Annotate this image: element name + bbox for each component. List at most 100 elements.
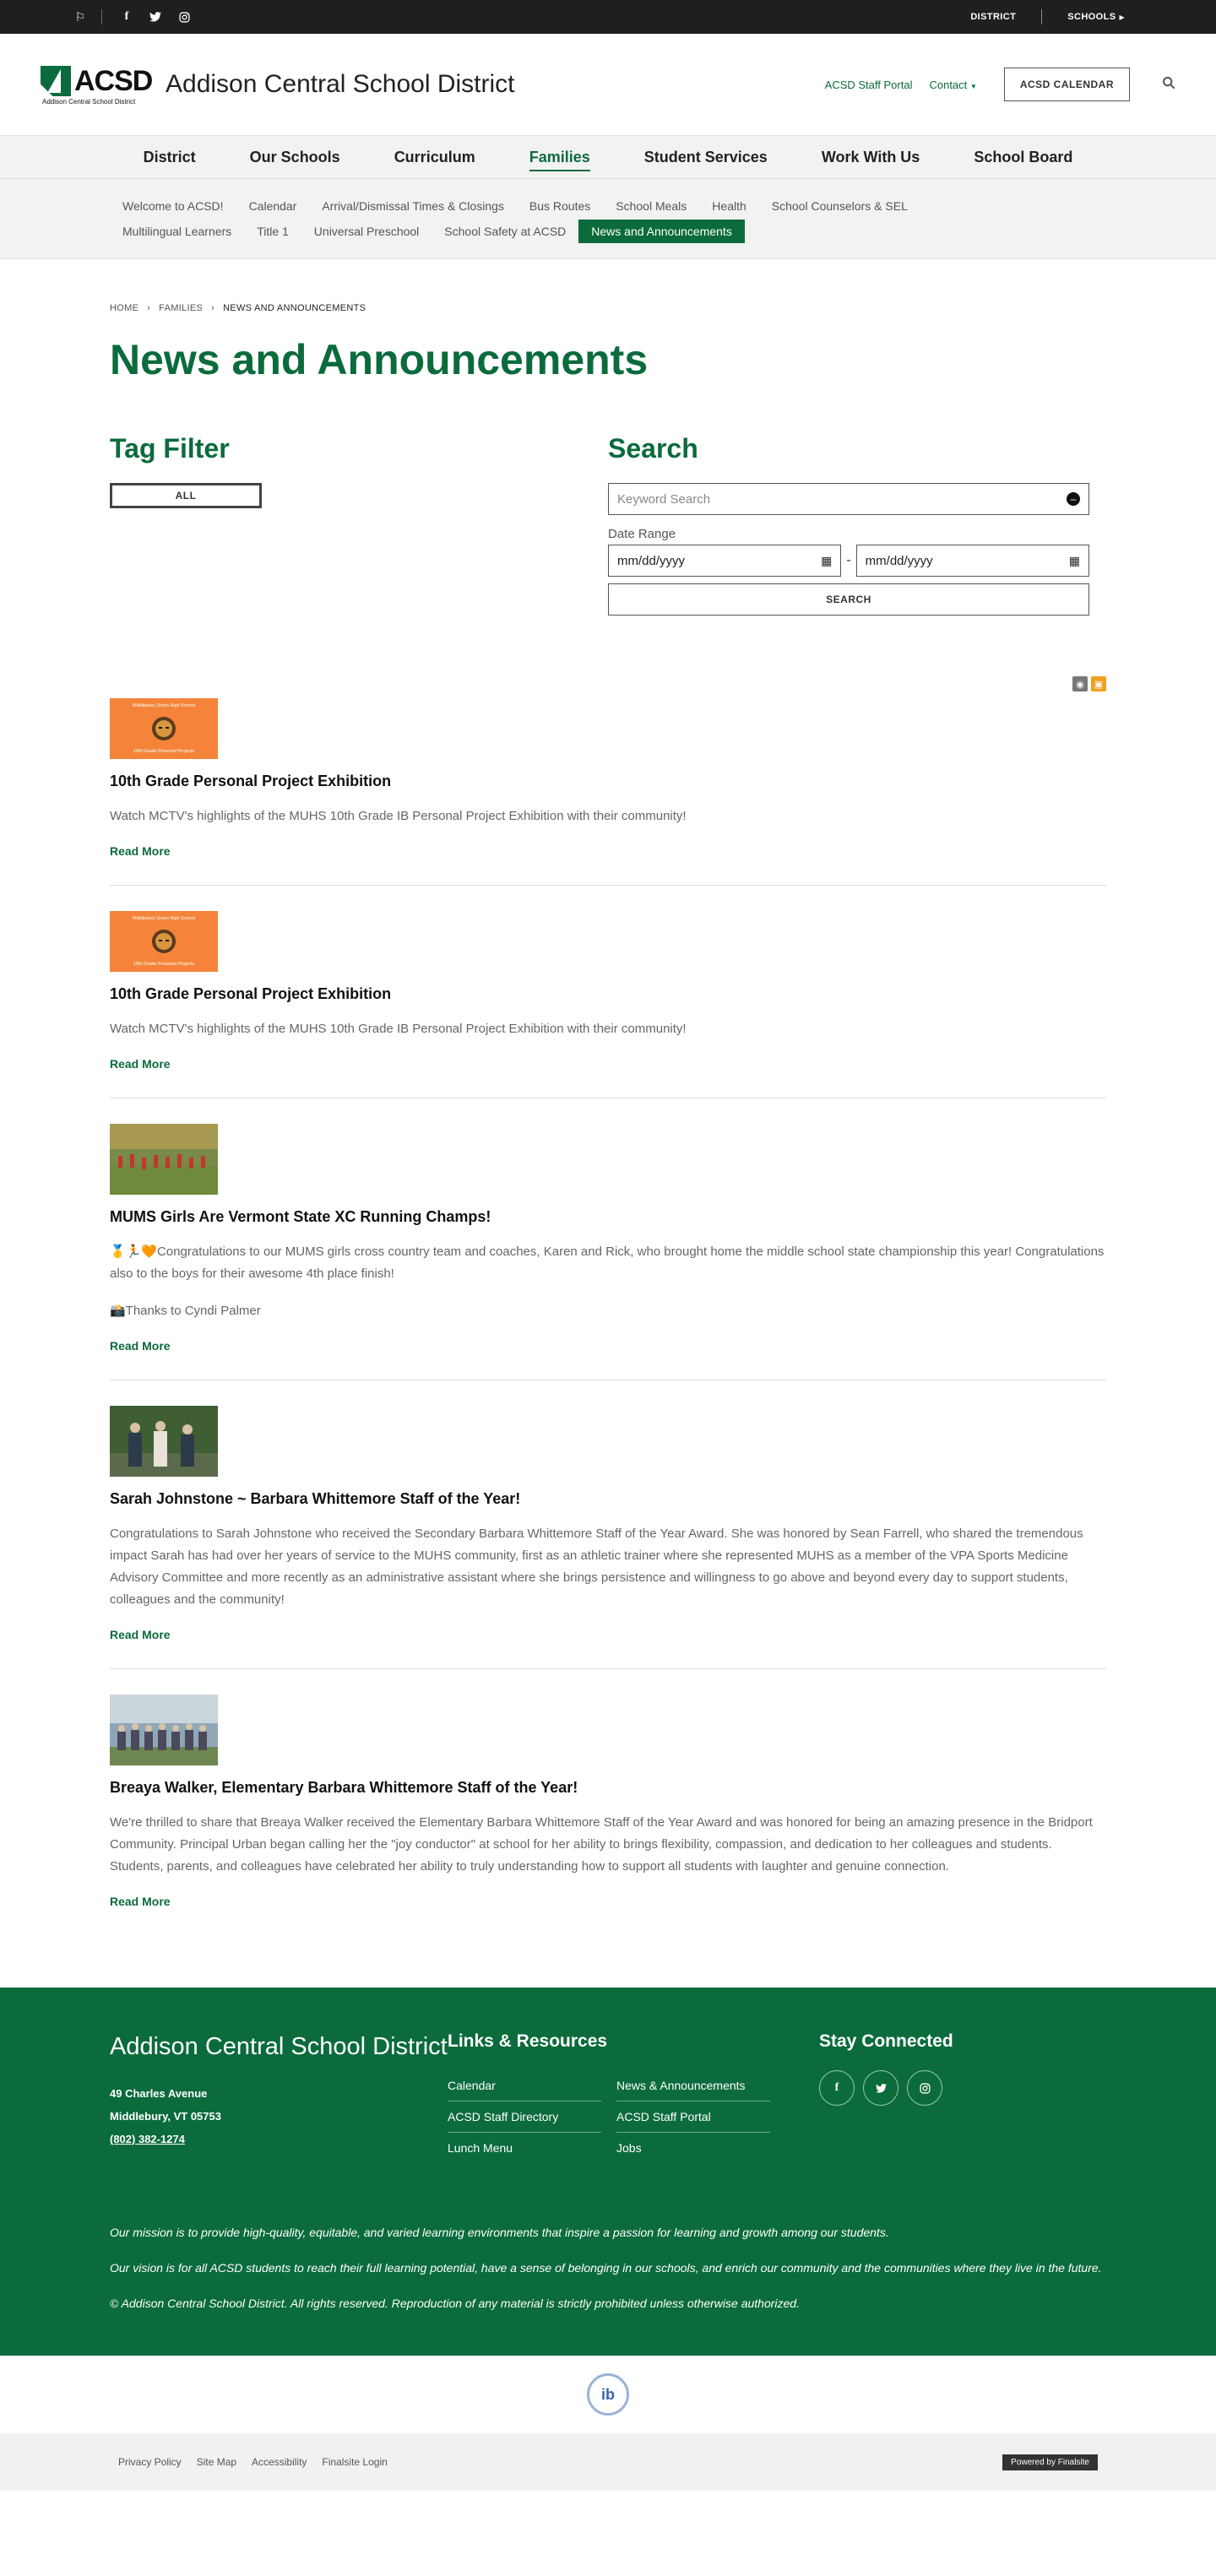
post-title[interactable]: 10th Grade Personal Project Exhibition (110, 773, 1106, 790)
news-post: Sarah Johnstone ~ Barbara Whittemore Sta… (110, 1380, 1106, 1669)
nav-school-board[interactable]: School Board (947, 136, 1099, 178)
date-range: mm/dd/yyyy ▦ - mm/dd/yyyy ▦ (608, 545, 1090, 577)
post-credit: 📸Thanks to Cyndi Palmer (110, 1304, 261, 1318)
subnav-welcome[interactable]: Welcome to ACSD! (110, 194, 236, 218)
site-name[interactable]: Addison Central School District (166, 70, 515, 99)
links-grid: Calendar News & Announcements ACSD Staff… (448, 2070, 819, 2163)
utility-right: DISTRICT SCHOOLS ▶ (945, 9, 1150, 24)
logo-subtext: Addison Central School District (42, 98, 136, 106)
footer-link-lunch-menu[interactable]: Lunch Menu (448, 2133, 601, 2163)
translate-icon[interactable]: ⚐ (66, 0, 95, 34)
ib-logo[interactable]: ib (587, 2373, 629, 2416)
contact-menu[interactable]: Contact ▼ (929, 79, 976, 91)
post-thumbnail[interactable] (110, 1695, 218, 1765)
footer-links: Links & Resources Calendar News & Announ… (448, 2031, 819, 2163)
district-link[interactable]: DISTRICT (945, 12, 1041, 22)
read-more-link[interactable]: Read More (110, 1057, 1106, 1071)
utility-left: ⚐ f (66, 0, 198, 34)
accessibility-link[interactable]: Accessibility (252, 2456, 307, 2468)
social-links: f (819, 2070, 953, 2106)
post-thumbnail[interactable]: Middlebury Union High School 10th Grade … (110, 911, 218, 972)
footer-link-staff-portal[interactable]: ACSD Staff Portal (616, 2101, 770, 2133)
privacy-policy-link[interactable]: Privacy Policy (118, 2456, 182, 2468)
facebook-icon[interactable]: f (112, 0, 141, 34)
calendar-icon[interactable]: ▦ (1069, 554, 1080, 568)
read-more-link[interactable]: Read More (110, 1895, 1106, 1908)
footer-link-calendar[interactable]: Calendar (448, 2070, 601, 2101)
nav-our-schools[interactable]: Our Schools (223, 136, 367, 178)
clear-icon[interactable]: – (1067, 492, 1080, 506)
tag-all-button[interactable]: ALL (110, 483, 262, 508)
twitter-icon[interactable] (863, 2070, 898, 2106)
finalsite-login-link[interactable]: Finalsite Login (322, 2456, 387, 2468)
subnav-universal-preschool[interactable]: Universal Preschool (301, 220, 432, 243)
acsd-logo[interactable]: ACSD Addison Central School District (41, 64, 153, 106)
calendar-icon[interactable]: ▦ (821, 554, 832, 568)
footer-phone-link[interactable]: (802) 382-1274 (110, 2128, 448, 2150)
acsd-calendar-button[interactable]: ACSD CALENDAR (1003, 68, 1130, 101)
rss-icon[interactable]: ◉ (1072, 676, 1088, 691)
bottom-bar: Privacy Policy Site Map Accessibility Fi… (0, 2433, 1216, 2491)
accreditation-strip: ib (0, 2356, 1216, 2433)
breadcrumb-home[interactable]: HOME (110, 303, 138, 313)
schools-menu[interactable]: SCHOOLS ▶ (1042, 12, 1150, 22)
post-title[interactable]: Breaya Walker, Elementary Barbara Whitte… (110, 1779, 1106, 1797)
subnav-news[interactable]: News and Announcements (578, 220, 745, 243)
brand[interactable]: ACSD Addison Central School District Add… (41, 64, 515, 106)
site-map-link[interactable]: Site Map (197, 2456, 236, 2468)
nav-families[interactable]: Families (502, 136, 617, 178)
keyword-search-input[interactable]: Keyword Search – (608, 483, 1089, 515)
read-more-link[interactable]: Read More (110, 1628, 1106, 1641)
post-summary: Congratulations to Sarah Johnstone who r… (110, 1527, 1083, 1607)
date-from-input[interactable]: mm/dd/yyyy ▦ (608, 545, 842, 577)
search-panel: Search Keyword Search – Date Range mm/dd… (608, 433, 1106, 616)
post-thumbnail[interactable] (110, 1406, 218, 1477)
post-summary: Watch MCTV's highlights of the MUHS 10th… (110, 809, 687, 823)
search-icon[interactable] (1162, 76, 1175, 94)
footer-columns: Addison Central School District 49 Charl… (110, 2031, 1106, 2163)
staff-portal-link[interactable]: ACSD Staff Portal (825, 79, 913, 91)
subnav-school-meals[interactable]: School Meals (603, 194, 699, 218)
nav-district[interactable]: District (117, 136, 223, 178)
news-post: MUMS Girls Are Vermont State XC Running … (110, 1098, 1106, 1380)
nav-curriculum[interactable]: Curriculum (367, 136, 502, 178)
facebook-icon[interactable]: f (819, 2070, 855, 2106)
post-title[interactable]: Sarah Johnstone ~ Barbara Whittemore Sta… (110, 1490, 1106, 1508)
subnav-multilingual[interactable]: Multilingual Learners (110, 220, 244, 243)
nav-student-services[interactable]: Student Services (617, 136, 795, 178)
footer-org-name: Addison Central School District (110, 2033, 448, 2060)
logo-text: ACSD (74, 65, 153, 97)
footer-link-news[interactable]: News & Announcements (616, 2070, 770, 2101)
post-title[interactable]: MUMS Girls Are Vermont State XC Running … (110, 1208, 1106, 1226)
vision-statement: Our vision is for all ACSD students to r… (110, 2261, 1102, 2275)
search-button[interactable]: SEARCH (608, 583, 1089, 616)
footer-link-jobs[interactable]: Jobs (616, 2133, 770, 2163)
breadcrumb-families[interactable]: FAMILIES (159, 303, 203, 313)
post-title[interactable]: 10th Grade Personal Project Exhibition (110, 985, 1106, 1003)
sub-nav: Welcome to ACSD! Calendar Arrival/Dismis… (0, 179, 1216, 259)
read-more-link[interactable]: Read More (110, 1339, 1106, 1353)
subnav-arrival-dismissal[interactable]: Arrival/Dismissal Times & Closings (309, 194, 516, 218)
links-title: Links & Resources (448, 2031, 608, 2051)
twitter-icon[interactable] (141, 0, 170, 34)
social-title: Stay Connected (819, 2031, 953, 2051)
instagram-icon[interactable] (170, 0, 198, 34)
powered-by-badge[interactable]: Powered by Finalsite (1002, 2454, 1098, 2470)
nav-work-with-us[interactable]: Work With Us (795, 136, 947, 178)
post-thumbnail[interactable]: Middlebury Union High School 10th Grade … (110, 698, 218, 759)
subnav-counselors[interactable]: School Counselors & SEL (759, 194, 920, 218)
footer-link-staff-directory[interactable]: ACSD Staff Directory (448, 2101, 601, 2133)
ical-icon[interactable]: ▣ (1091, 676, 1106, 691)
subnav-title-1[interactable]: Title 1 (244, 220, 301, 243)
read-more-link[interactable]: Read More (110, 844, 1106, 858)
bottom-links: Privacy Policy Site Map Accessibility Fi… (118, 2456, 388, 2468)
date-to-input[interactable]: mm/dd/yyyy ▦ (855, 545, 1090, 577)
chevron-down-icon: ▼ (969, 82, 977, 90)
subnav-bus-routes[interactable]: Bus Routes (517, 194, 603, 218)
instagram-icon[interactable] (907, 2070, 942, 2106)
subnav-calendar[interactable]: Calendar (236, 194, 310, 218)
subnav-school-safety[interactable]: School Safety at ACSD (432, 220, 578, 243)
post-thumbnail[interactable] (110, 1124, 218, 1195)
page-title: News and Announcements (110, 336, 649, 383)
subnav-health[interactable]: Health (699, 194, 758, 218)
